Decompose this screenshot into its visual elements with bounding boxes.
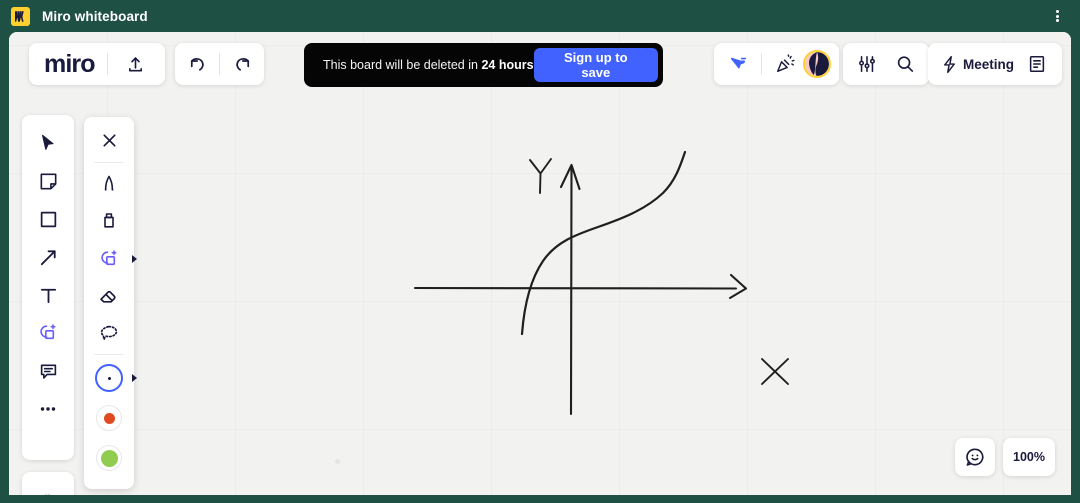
- banner-text-duration: 24 hours: [481, 58, 534, 72]
- user-avatar[interactable]: [803, 50, 831, 78]
- sidebar-item-select-tool[interactable]: [28, 124, 68, 162]
- pen-icon[interactable]: [90, 166, 128, 203]
- zoom-level-label: 100%: [1013, 450, 1045, 464]
- chevron-right-icon[interactable]: [132, 254, 137, 263]
- expand-toolbar-button[interactable]: »: [22, 472, 74, 495]
- pen-options-panel: [84, 117, 137, 489]
- divider: [94, 354, 124, 355]
- chevron-right-icon[interactable]: [132, 374, 137, 382]
- lightning-bolt-icon[interactable]: [937, 48, 961, 80]
- meeting-toolbar-group: Meeting: [928, 43, 1063, 85]
- banner-message: This board will be deleted in 24 hours: [323, 58, 534, 72]
- meeting-label[interactable]: Meeting: [963, 57, 1014, 72]
- sidebar-item-connector-tool[interactable]: [28, 238, 68, 276]
- miro-logo-icon: [11, 6, 30, 26]
- miro-app: miro This board will be deleted in 24 ho…: [9, 32, 1071, 495]
- close-x-icon[interactable]: [90, 122, 128, 159]
- sidebar-item-pen-tool[interactable]: [28, 314, 68, 352]
- brand-toolbar-group: miro: [29, 43, 165, 85]
- window-titlebar: Miro whiteboard: [0, 0, 1080, 32]
- divider: [94, 162, 124, 163]
- hand-drawn-cubic-graph: [413, 150, 789, 416]
- color-swatch-orange: [96, 405, 122, 431]
- color-swatch-green: [96, 445, 122, 471]
- history-toolbar-group: [175, 43, 264, 85]
- present-cursor-icon[interactable]: [722, 48, 754, 80]
- eraser-icon[interactable]: [90, 277, 128, 314]
- undo-icon[interactable]: [181, 48, 213, 80]
- marker-icon[interactable]: [90, 203, 128, 240]
- top-toolbar: miro This board will be deleted in 24 ho…: [9, 43, 1071, 89]
- notes-icon[interactable]: [1021, 48, 1053, 80]
- party-popper-icon[interactable]: [769, 48, 801, 80]
- left-toolbar: [22, 115, 74, 460]
- divider: [106, 53, 108, 75]
- color-orange[interactable]: [90, 398, 128, 438]
- sliders-icon[interactable]: [851, 48, 883, 80]
- utility-toolbar-group: [843, 43, 929, 85]
- sidebar-item-comment-tool[interactable]: [28, 352, 68, 390]
- whiteboard-canvas[interactable]: [9, 32, 1071, 495]
- sign-up-to-save-button[interactable]: Sign up to save: [533, 48, 658, 82]
- divider: [219, 53, 220, 75]
- stroke-width-swatch: [95, 364, 123, 392]
- stroke-width-picker[interactable]: [90, 358, 137, 398]
- lasso-icon[interactable]: [90, 314, 128, 351]
- presence-toolbar-group: [714, 43, 839, 85]
- upload-icon[interactable]: [120, 48, 152, 80]
- redo-icon[interactable]: [226, 48, 258, 80]
- app-window: Miro whiteboard miro This board will be …: [0, 0, 1080, 503]
- banner-text-prefix: This board will be deleted in: [323, 58, 482, 72]
- zoom-level-button[interactable]: 100%: [1003, 438, 1055, 476]
- divider: [761, 53, 762, 75]
- window-title: Miro whiteboard: [42, 8, 148, 24]
- search-icon[interactable]: [889, 48, 921, 80]
- miro-wordmark[interactable]: miro: [44, 51, 95, 77]
- sidebar-item-text-tool[interactable]: [28, 276, 68, 314]
- smart-draw-icon[interactable]: [90, 240, 137, 277]
- sidebar-item-shape-tool[interactable]: [28, 200, 68, 238]
- color-green[interactable]: [90, 438, 128, 478]
- sidebar-item-sticky-note-tool[interactable]: [28, 162, 68, 200]
- kebab-menu-icon[interactable]: [1048, 7, 1066, 25]
- reaction-button[interactable]: [955, 438, 995, 476]
- sidebar-item-more-tools[interactable]: [28, 390, 68, 428]
- board-deletion-banner: This board will be deleted in 24 hours S…: [304, 43, 663, 87]
